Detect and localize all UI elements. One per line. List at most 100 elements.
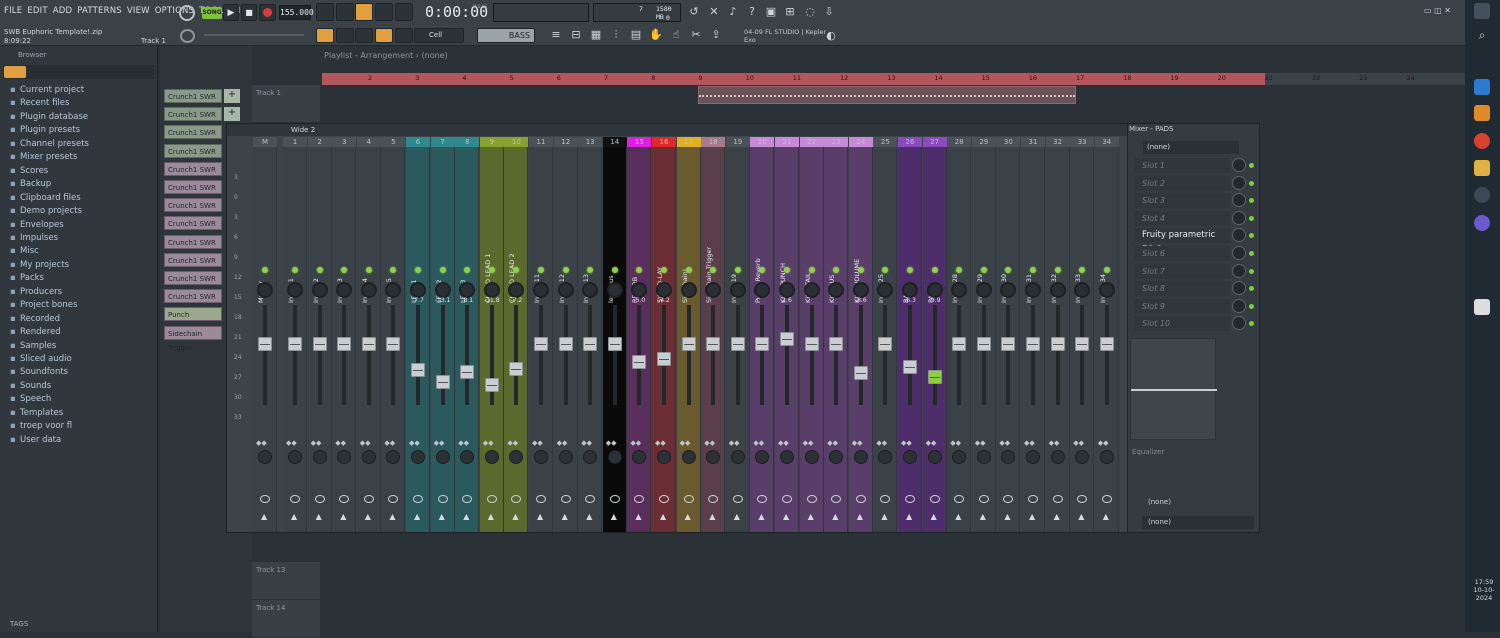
route-arrow-icon[interactable]: ▲	[414, 512, 420, 521]
route-icon[interactable]	[954, 495, 965, 503]
route-arrow-icon[interactable]: ▲	[1103, 512, 1109, 521]
plugin-picker-icon[interactable]: ✋	[648, 27, 664, 43]
mixer-strip[interactable]: 21KICK PUNCH1.6◆◆▲	[775, 137, 799, 532]
route-icon[interactable]	[978, 495, 989, 503]
stereo-knob[interactable]	[607, 450, 622, 464]
mute-led[interactable]	[365, 267, 372, 273]
mute-led[interactable]	[784, 267, 790, 273]
stereo-separation-icon[interactable]: ◆◆	[581, 439, 592, 447]
slot-mix-knob[interactable]	[1232, 246, 1246, 260]
pan-knob[interactable]	[828, 282, 845, 298]
mute-led[interactable]	[1030, 267, 1036, 273]
mute-led[interactable]	[907, 267, 913, 273]
volume-fader[interactable]	[386, 337, 401, 351]
channel-button[interactable]: Crunch1 SWR D	[164, 252, 222, 279]
stereo-separation-icon[interactable]: ◆◆	[1049, 439, 1060, 447]
route-arrow-icon[interactable]: ▲	[906, 512, 912, 521]
timeline-ruler[interactable]: 2 3 4 5 6 7 8 9 10 11 12 13 14 15 16 17 18 19	[322, 73, 1265, 85]
mixer-strip[interactable]: 2Insert 2◆◆▲	[307, 137, 332, 532]
route-arrow-icon[interactable]: ▲	[931, 512, 937, 521]
snap-select[interactable]: Cell	[414, 28, 464, 43]
route-arrow-icon[interactable]: ▲	[857, 512, 863, 521]
channel-button[interactable]: Crunch1 SWR A# #2	[164, 89, 222, 115]
stereo-separation-icon[interactable]: ◆◆	[827, 439, 838, 447]
stereo-separation-icon[interactable]: ◆◆	[778, 439, 789, 447]
route-icon[interactable]	[1101, 495, 1112, 503]
export-icon[interactable]: ⇪	[708, 27, 724, 43]
browser-item[interactable]: ▪ Envelopes	[10, 220, 64, 230]
fx-slot[interactable]: Slot 4	[1134, 210, 1230, 226]
route-arrow-icon[interactable]: ▲	[261, 512, 267, 521]
menu-edit[interactable]: EDIT	[27, 6, 47, 16]
fx-slot[interactable]: Slot 3	[1134, 193, 1230, 209]
eq-graph[interactable]	[1130, 338, 1217, 440]
stereo-separation-icon[interactable]: ◆◆	[680, 439, 691, 447]
pan-knob[interactable]	[1000, 282, 1017, 298]
mute-led[interactable]	[808, 267, 815, 273]
stereo-separation-icon[interactable]: ◆◆	[256, 439, 267, 447]
mixer-strip[interactable]: 12Insert 12◆◆▲	[553, 137, 578, 532]
browser-all-tab[interactable]	[4, 66, 26, 78]
chat-icon[interactable]: ◌	[802, 4, 818, 20]
pan-knob[interactable]	[1025, 282, 1041, 298]
route-icon[interactable]	[486, 495, 497, 503]
route-icon[interactable]	[659, 495, 669, 503]
route-arrow-icon[interactable]: ▲	[365, 512, 371, 521]
stereo-separation-icon[interactable]: ◆◆	[311, 439, 322, 447]
pattern-clip[interactable]	[698, 86, 1076, 104]
stereo-separation-icon[interactable]: ◆◆	[975, 439, 986, 447]
pan-knob[interactable]	[1074, 282, 1091, 298]
route-icon[interactable]	[905, 495, 915, 503]
mixer-strip[interactable]: 26BASS-6.3◆◆▲	[898, 137, 922, 532]
stereo-separation-icon[interactable]: ◆◆	[803, 439, 814, 447]
browser-item[interactable]: ▪ Clipboard files	[10, 193, 81, 203]
mute-led[interactable]	[1103, 267, 1110, 273]
route-arrow-icon[interactable]: ▲	[783, 512, 789, 521]
track-header-14[interactable]: Track 14	[252, 600, 320, 638]
mixer-strip[interactable]: 22KICK TAIL◆◆▲	[799, 137, 824, 532]
mixer-strip[interactable]: 24 KICK VOLUME -8.6 ◆◆ ▲	[848, 137, 873, 532]
mixer-strip[interactable]: 25Insert 25◆◆▲	[873, 137, 898, 532]
route-arrow-icon[interactable]: ▲	[291, 512, 297, 521]
route-icon[interactable]	[1052, 495, 1063, 503]
browser-item[interactable]: ▪ Project bones	[10, 300, 77, 310]
route-arrow-icon[interactable]: ▲	[1029, 512, 1035, 521]
fx-slot[interactable]: Slot 7	[1134, 263, 1230, 279]
route-arrow-icon[interactable]: ▲	[463, 512, 469, 521]
browser-item[interactable]: ▪ Current project	[10, 85, 84, 95]
channel-button[interactable]: Sidechain Trigger	[164, 325, 222, 352]
master-pitch-knob[interactable]	[180, 29, 195, 43]
route-icon[interactable]	[880, 495, 891, 503]
stereo-knob[interactable]	[312, 450, 327, 464]
browser-item[interactable]: ▪ Misc	[10, 246, 39, 256]
stereo-separation-icon[interactable]: ◆◆	[926, 439, 937, 447]
fx-slot[interactable]: Slot 8	[1134, 281, 1230, 297]
stereo-separation-icon[interactable]: ◆◆	[557, 439, 568, 447]
browser-item[interactable]: ▪ Speech	[10, 394, 51, 404]
plugin-icon[interactable]: ⊞	[782, 4, 798, 20]
volume-fader[interactable]	[780, 332, 794, 346]
mixer-strip[interactable]: 32Insert 32◆◆▲	[1045, 137, 1070, 532]
clock-app-icon[interactable]	[1474, 187, 1490, 203]
mixer-strip[interactable]: 6LEAD 1-7.7◆◆▲	[406, 137, 430, 532]
mixer-strip[interactable]: 27PADS-9.9◆◆▲	[922, 137, 947, 532]
mixer-icon[interactable]: ⫶	[608, 27, 624, 43]
route-icon[interactable]	[757, 495, 768, 503]
route-icon[interactable]	[260, 495, 270, 503]
volume-fader[interactable]	[706, 337, 721, 351]
browser-item[interactable]: ▪ My projects	[10, 260, 69, 270]
channel-button[interactable]: Crunch1 SWR G	[164, 125, 222, 151]
stereo-knob[interactable]	[1099, 450, 1114, 464]
route-arrow-icon[interactable]: ▲	[389, 512, 395, 521]
volume-fader[interactable]	[361, 337, 376, 351]
volume-fader[interactable]	[1001, 337, 1016, 351]
snap-icon[interactable]	[316, 28, 334, 43]
preset-select[interactable]: (none)	[1143, 141, 1239, 154]
volume-fader[interactable]	[1075, 337, 1090, 351]
track-header-1[interactable]: Track 1	[252, 85, 320, 123]
slot-mix-knob[interactable]	[1232, 281, 1246, 296]
mixer-strip[interactable]: 9 CHORD LEAD 1 -11.8 ◆◆ ▲	[479, 137, 504, 532]
tempo-display[interactable]: 155.000	[279, 5, 314, 20]
pan-knob[interactable]	[311, 282, 328, 298]
route-arrow-icon[interactable]: ▲	[340, 512, 346, 521]
